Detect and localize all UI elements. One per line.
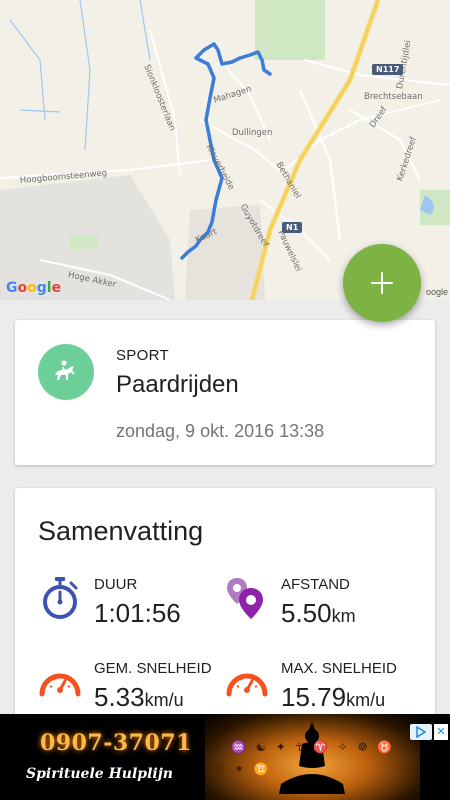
ad-tagline: Spirituele Hulplijn <box>26 766 173 782</box>
speedometer-icon <box>39 673 81 697</box>
ad-banner[interactable]: 0907-37071 Spirituele Hulplijn ☤ ♒ ☯ ✦ ☥… <box>0 714 450 800</box>
sport-card[interactable]: SPORT Paardrijden zondag, 9 okt. 2016 13… <box>15 320 435 465</box>
add-button[interactable] <box>343 244 421 322</box>
avg-speed-unit: km/u <box>144 690 184 710</box>
ad-phone-number: 0907-37071 <box>40 730 192 756</box>
distance-label: AFSTAND <box>281 576 350 593</box>
map-label-brechtsebaan: Brechtsebaan <box>364 92 423 102</box>
avg-speed-number: 5.33 <box>94 682 145 712</box>
ad-choices-icon[interactable] <box>410 724 432 740</box>
ad-close-button[interactable]: ✕ <box>434 724 448 740</box>
sport-heading: SPORT <box>116 347 169 364</box>
map-label-dullingen: Dullingen <box>232 128 273 138</box>
plus-icon <box>371 272 393 294</box>
distance-value: 5.50km <box>281 598 356 629</box>
stopwatch-icon <box>43 577 78 619</box>
horse-rider-icon <box>38 344 94 400</box>
road-shield-n117: N117 <box>372 64 404 75</box>
summary-card: Samenvatting DUUR 1:01:56 AFSTAND 5.50km <box>15 488 435 728</box>
avg-speed-label: GEM. SNELHEID <box>94 660 212 677</box>
ad-zodiac-glyphs: ☤ ♒ ☯ ✦ ☥ ♈ ✧ ☸ ♉ ☉ ✶ ♊ <box>214 740 396 776</box>
summary-title: Samenvatting <box>38 516 204 546</box>
location-pins-icon <box>227 578 263 619</box>
google-logo: Google <box>6 280 62 296</box>
road-shield-n1: N1 <box>282 222 303 233</box>
max-speed-label: MAX. SNELHEID <box>281 660 397 677</box>
sport-name: Paardrijden <box>116 371 239 398</box>
max-speed-number: 15.79 <box>281 682 347 712</box>
speedometer-icon <box>226 673 268 697</box>
max-speed-unit: km/u <box>346 690 386 710</box>
max-speed-value: 15.79km/u <box>281 682 385 713</box>
duration-number: 1:01:56 <box>94 598 181 628</box>
avg-speed-value: 5.33km/u <box>94 682 184 713</box>
distance-number: 5.50 <box>281 598 332 628</box>
sport-datetime: zondag, 9 okt. 2016 13:38 <box>116 421 325 441</box>
map-attribution-text: oogle <box>425 287 448 297</box>
duration-label: DUUR <box>94 576 138 593</box>
duration-value: 1:01:56 <box>94 598 181 629</box>
distance-unit: km <box>331 606 356 626</box>
